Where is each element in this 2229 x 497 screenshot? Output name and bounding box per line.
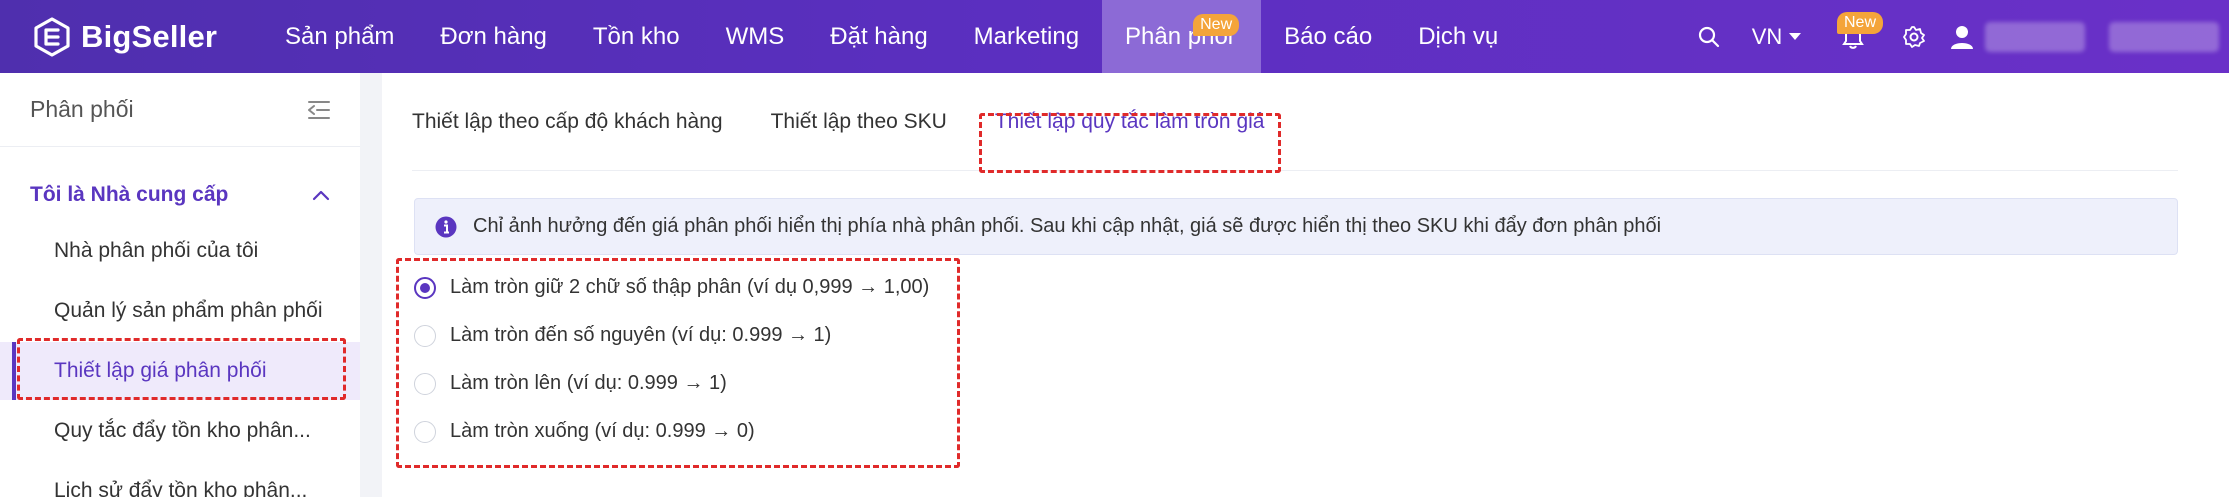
settings-button[interactable]: [1889, 0, 1939, 73]
top-navbar: BigSeller Sản phẩm Đơn hàng Tồn kho WMS …: [0, 0, 2229, 73]
header-tools: VN New: [1681, 0, 2229, 73]
nav-item-services[interactable]: Dịch vụ: [1395, 0, 1521, 73]
nav-label: WMS: [725, 22, 785, 50]
user-icon: [1951, 25, 1973, 49]
rounding-option-integer[interactable]: Làm tròn đến số nguyên (ví dụ: 0.999 → 1…: [414, 324, 831, 347]
collapse-menu-icon[interactable]: [308, 100, 330, 120]
rounding-option-round-up[interactable]: Làm tròn lên (ví dụ: 0.999 → 1): [414, 372, 727, 395]
chevron-up-icon: [312, 190, 330, 201]
caret-down-icon: [1789, 32, 1802, 40]
sidebar-item-label: Lịch sử đẩy tồn kho phân...: [54, 479, 308, 497]
nav-item-marketing[interactable]: Marketing: [951, 0, 1102, 73]
nav-item-distribution[interactable]: Phân phối New: [1102, 0, 1262, 73]
sidebar-title: Phân phối: [30, 96, 134, 122]
account-redacted: [2109, 21, 2219, 52]
gear-icon: [1903, 25, 1925, 48]
tab-rounding-rules[interactable]: Thiết lập quy tắc làm tròn giá: [995, 110, 1265, 134]
info-notice: Chỉ ảnh hưởng đến giá phân phối hiển thị…: [414, 198, 2178, 255]
notification-new-badge: New: [1837, 12, 1884, 34]
tab-by-sku[interactable]: Thiết lập theo SKU: [771, 110, 947, 134]
nav-item-reports[interactable]: Báo cáo: [1261, 0, 1395, 73]
user-menu[interactable]: [1939, 0, 2099, 73]
nav-label: Dịch vụ: [1418, 22, 1499, 50]
brand-name: BigSeller: [81, 18, 218, 54]
nav-item-wms[interactable]: WMS: [703, 0, 808, 73]
rounding-option-label: Làm tròn lên (ví dụ: 0.999 → 1): [450, 372, 727, 394]
nav-item-orders[interactable]: Đơn hàng: [417, 0, 569, 73]
rounding-option-2-decimals[interactable]: Làm tròn giữ 2 chữ số thập phân (ví dụ 0…: [414, 276, 929, 299]
rounding-option-label: Làm tròn xuống (ví dụ: 0.999 → 0): [450, 420, 755, 442]
radio-button[interactable]: [414, 420, 436, 443]
brand-logo[interactable]: BigSeller: [32, 15, 217, 58]
nav-item-inventory[interactable]: Tồn kho: [570, 0, 703, 73]
search-button[interactable]: [1681, 0, 1737, 73]
sidebar-item-label: Thiết lập giá phân phối: [54, 359, 267, 382]
main-content: Thiết lập theo cấp độ khách hàng Thiết l…: [382, 73, 2229, 497]
radio-button[interactable]: [414, 276, 436, 299]
sidebar-item-my-distributors[interactable]: Nhà phân phối của tôi: [0, 222, 360, 280]
search-icon: [1698, 26, 1720, 47]
sidebar-item-stock-push-rules[interactable]: Quy tắc đẩy tồn kho phân...: [0, 402, 360, 460]
main-nav: Sản phẩm Đơn hàng Tồn kho WMS Đặt hàng M…: [262, 0, 1521, 73]
tab-customer-level[interactable]: Thiết lập theo cấp độ khách hàng: [412, 110, 723, 134]
language-selector[interactable]: VN: [1737, 0, 1817, 73]
bigseller-logo-icon: [34, 16, 70, 57]
sidebar: Phân phối Tôi là Nhà cung cấp Nhà phân p…: [0, 73, 360, 497]
account-info[interactable]: [2099, 0, 2229, 73]
rounding-option-round-down[interactable]: Làm tròn xuống (ví dụ: 0.999 → 0): [414, 420, 755, 443]
sidebar-group-title: Tôi là Nhà cung cấp: [30, 183, 229, 206]
sidebar-header: Phân phối: [0, 73, 360, 147]
nav-label: Sản phẩm: [285, 22, 395, 50]
nav-item-products[interactable]: Sản phẩm: [262, 0, 417, 73]
language-label: VN: [1751, 23, 1783, 49]
radio-button[interactable]: [414, 372, 436, 395]
notice-text: Chỉ ảnh hưởng đến giá phân phối hiển thị…: [473, 215, 1662, 237]
nav-label: Đặt hàng: [830, 22, 928, 50]
rounding-option-label: Làm tròn đến số nguyên (ví dụ: 0.999 → 1…: [450, 324, 832, 346]
radio-button[interactable]: [414, 324, 436, 347]
sidebar-item-label: Nhà phân phối của tôi: [54, 239, 259, 262]
sidebar-item-label: Quy tắc đẩy tồn kho phân...: [54, 419, 311, 442]
new-badge: New: [1193, 14, 1240, 36]
sidebar-group-supplier[interactable]: Tôi là Nhà cung cấp: [0, 162, 360, 228]
sidebar-item-stock-push-history[interactable]: Lịch sử đẩy tồn kho phân...: [0, 462, 360, 497]
sidebar-item-distribution-products[interactable]: Quản lý sản phẩm phân phối: [0, 282, 360, 340]
nav-label: Tồn kho: [592, 22, 680, 50]
info-icon: [435, 216, 457, 237]
sidebar-item-distribution-pricing[interactable]: Thiết lập giá phân phối: [0, 342, 360, 400]
sidebar-item-label: Quản lý sản phẩm phân phối: [54, 299, 323, 322]
nav-label: Đơn hàng: [440, 22, 547, 50]
nav-label: Báo cáo: [1284, 22, 1373, 50]
settings-tabs: Thiết lập theo cấp độ khách hàng Thiết l…: [412, 73, 2178, 171]
nav-item-purchase[interactable]: Đặt hàng: [807, 0, 950, 73]
notification-button[interactable]: New: [1817, 0, 1889, 73]
username-redacted: [1985, 21, 2085, 52]
rounding-option-label: Làm tròn giữ 2 chữ số thập phân (ví dụ 0…: [450, 276, 930, 298]
nav-label: Marketing: [973, 22, 1080, 50]
